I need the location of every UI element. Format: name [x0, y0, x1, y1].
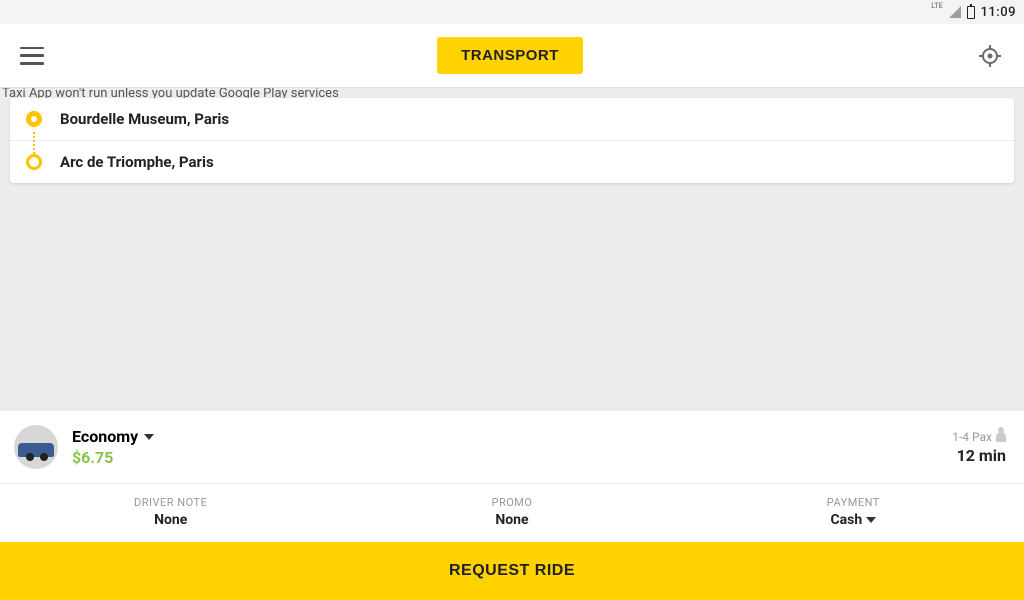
origin-row[interactable]: Bourdelle Museum, Paris [10, 98, 1014, 140]
destination-label: Arc de Triomphe, Paris [60, 153, 214, 171]
payment-value: Cash [830, 512, 862, 528]
driver-note-value: None [154, 512, 187, 528]
locate-me-button[interactable] [976, 42, 1004, 70]
person-icon [996, 432, 1006, 442]
vehicle-avatar [14, 425, 58, 469]
crosshair-icon [978, 44, 1002, 68]
eta-label: 12 min [952, 446, 1006, 465]
ride-class-selector[interactable]: Economy [72, 427, 952, 446]
promo-option[interactable]: PROMO None [341, 484, 682, 542]
menu-icon[interactable] [20, 47, 44, 65]
ride-price: $6.75 [72, 448, 952, 467]
destination-icon [26, 154, 42, 170]
clock: 11:09 [981, 5, 1016, 20]
request-ride-button[interactable]: REQUEST RIDE [0, 542, 1024, 600]
payment-option[interactable]: PAYMENT Cash [683, 484, 1024, 542]
payment-label: PAYMENT [683, 496, 1024, 509]
bottom-panel: Economy $6.75 1-4 Pax 12 min DRIVER NOTE… [0, 411, 1024, 600]
promo-value: None [495, 512, 528, 528]
network-indicator: LTE [931, 2, 942, 10]
route-card: Bourdelle Museum, Paris Arc de Triomphe,… [10, 98, 1014, 183]
chevron-down-icon [866, 517, 876, 523]
pax-info: 1-4 Pax [952, 430, 1006, 444]
status-bar: LTE 11:09 [0, 0, 1024, 24]
driver-note-option[interactable]: DRIVER NOTE None [0, 484, 341, 542]
options-row: DRIVER NOTE None PROMO None PAYMENT Cash [0, 484, 1024, 542]
battery-icon [967, 6, 975, 19]
origin-icon [26, 111, 42, 127]
ride-summary-row: Economy $6.75 1-4 Pax 12 min [0, 411, 1024, 484]
update-warning: Taxi App won't run unless you update Goo… [0, 88, 1024, 98]
promo-label: PROMO [341, 496, 682, 509]
transport-tab[interactable]: TRANSPORT [437, 37, 583, 74]
app-header: TRANSPORT [0, 24, 1024, 88]
destination-row[interactable]: Arc de Triomphe, Paris [10, 140, 1014, 183]
route-connector-line [33, 132, 35, 154]
signal-icon [949, 6, 961, 18]
driver-note-label: DRIVER NOTE [0, 496, 341, 509]
chevron-down-icon [144, 434, 154, 440]
pax-label: 1-4 Pax [952, 430, 992, 444]
ride-class-label: Economy [72, 427, 138, 446]
origin-label: Bourdelle Museum, Paris [60, 110, 229, 128]
